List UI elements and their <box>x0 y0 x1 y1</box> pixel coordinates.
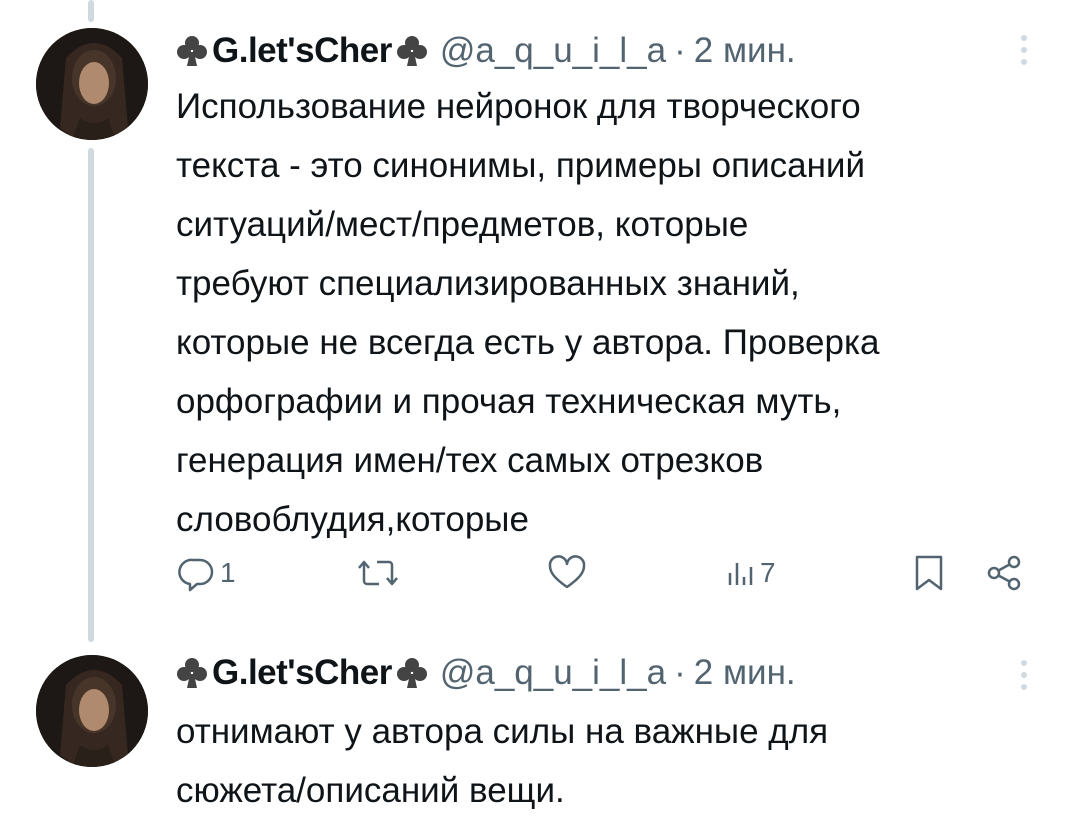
club-suit-icon <box>396 34 428 68</box>
more-vertical-icon[interactable] <box>1016 657 1032 693</box>
views-icon <box>728 563 753 585</box>
club-suit-icon <box>176 656 208 690</box>
separator-dot: · <box>674 31 686 70</box>
tweet-header: G.let'sCher @a_q_u_i_l_a · 2 мин. <box>176 648 796 698</box>
views-button[interactable]: 7 <box>726 543 776 603</box>
bookmark-button[interactable] <box>911 543 947 603</box>
bookmark-icon <box>915 555 943 591</box>
share-icon <box>987 555 1021 591</box>
display-name[interactable]: G.let'sCher <box>212 653 392 693</box>
user-handle[interactable]: @a_q_u_i_l_a <box>440 653 666 693</box>
heart-icon <box>548 555 586 589</box>
retweet-button[interactable] <box>356 543 404 603</box>
avatar[interactable] <box>36 655 148 767</box>
avatar[interactable] <box>36 28 148 140</box>
reply-icon <box>178 558 214 592</box>
tweet[interactable]: G.let'sCher @a_q_u_i_l_a · 2 мин. отнима… <box>0 645 1076 823</box>
tweet-text: Использование нейронок для творческого т… <box>176 87 880 539</box>
like-button[interactable] <box>546 543 592 603</box>
reply-count: 1 <box>220 557 236 588</box>
display-name[interactable]: G.let'sCher <box>212 31 392 71</box>
club-suit-icon <box>176 34 208 68</box>
reply-button[interactable]: 1 <box>176 543 236 603</box>
retweet-icon <box>358 560 398 586</box>
tweet-header: G.let'sCher @a_q_u_i_l_a · 2 мин. <box>176 26 796 76</box>
action-bar: 1 7 <box>176 543 1056 603</box>
tweet[interactable]: G.let'sCher @a_q_u_i_l_a · 2 мин. Исполь… <box>0 0 1076 645</box>
user-handle[interactable]: @a_q_u_i_l_a <box>440 31 666 71</box>
more-vertical-icon[interactable] <box>1016 32 1032 68</box>
tweet-text: отнимают у автора силы на важные для сюж… <box>176 712 829 810</box>
timestamp[interactable]: 2 мин. <box>694 653 796 693</box>
share-button[interactable] <box>984 543 1024 603</box>
club-suit-icon <box>396 656 428 690</box>
timestamp[interactable]: 2 мин. <box>694 31 796 71</box>
views-count: 7 <box>760 557 776 588</box>
separator-dot: · <box>674 653 686 692</box>
